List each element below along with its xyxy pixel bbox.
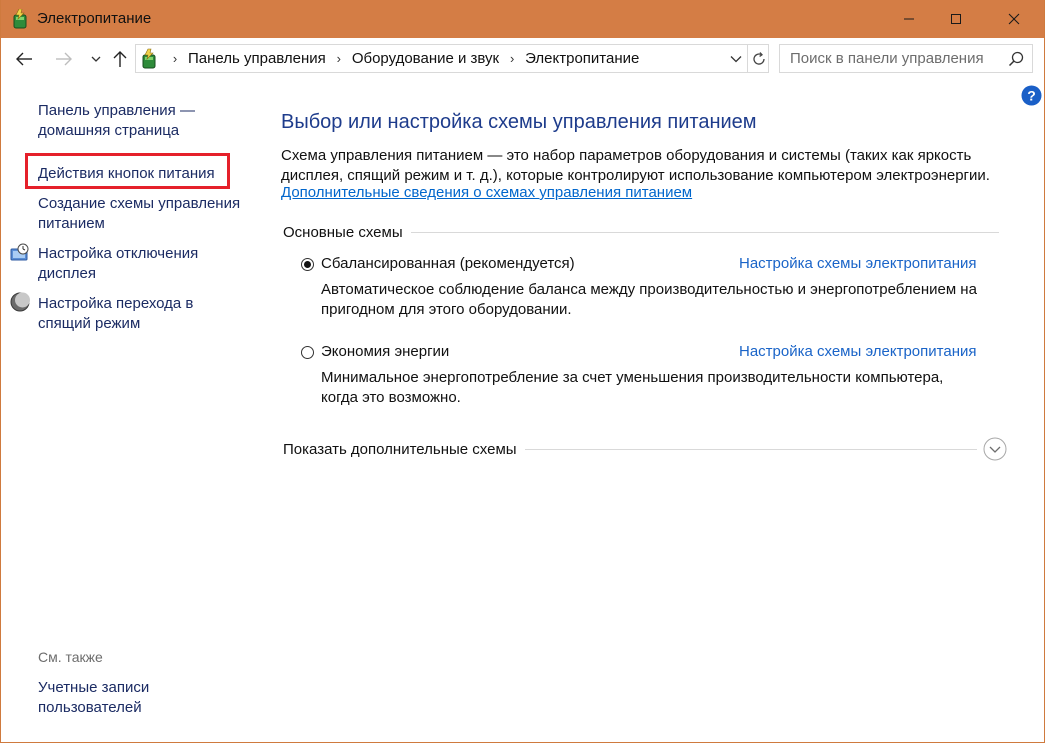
task-pane: Панель управления — домашняя страница Де… <box>1 81 266 742</box>
plan-power-saver-settings-link[interactable]: Настройка схемы электропитания <box>739 343 976 360</box>
show-additional-plans[interactable]: Показать дополнительные схемы <box>283 436 1007 462</box>
group-divider <box>410 231 999 233</box>
breadcrumb-control-panel[interactable]: Панель управления <box>184 50 330 67</box>
sleep-settings-link[interactable]: Настройка перехода в спящий режим <box>38 294 218 334</box>
power-options-window: Электропитание › Панель управления › Обо… <box>0 0 1045 743</box>
recent-locations-button[interactable] <box>85 48 107 70</box>
search-icon[interactable] <box>1008 51 1024 67</box>
display-off-settings-link[interactable]: Настройка отключения дисплея <box>38 244 218 284</box>
preferred-plans-header: Основные схемы <box>283 221 999 243</box>
help-icon[interactable]: ? <box>1021 85 1042 106</box>
show-additional-plans-label[interactable]: Показать дополнительные схемы <box>283 441 525 458</box>
arrow-right-icon <box>56 52 72 66</box>
show-more-divider <box>524 448 977 450</box>
forward-button[interactable] <box>53 48 75 70</box>
control-panel-home-link[interactable]: Панель управления — домашняя страница <box>38 101 218 141</box>
plan-power-saver-name[interactable]: Экономия энергии <box>321 343 449 360</box>
close-icon <box>1008 13 1020 25</box>
chevron-down-icon <box>730 56 742 63</box>
navigation-bar: › Панель управления › Оборудование и зву… <box>1 38 1044 81</box>
maximize-button[interactable] <box>933 0 979 38</box>
display-clock-icon <box>10 243 29 261</box>
refresh-icon <box>753 51 765 65</box>
plan-balanced-radio[interactable] <box>301 258 314 271</box>
back-button[interactable] <box>13 48 35 70</box>
window-title: Электропитание <box>37 10 152 27</box>
breadcrumb-separator-icon[interactable]: › <box>330 51 348 66</box>
refresh-button[interactable] <box>747 45 770 72</box>
search-input[interactable] <box>780 45 1010 72</box>
up-button[interactable] <box>109 48 131 70</box>
address-bar[interactable]: › Панель управления › Оборудование и зву… <box>135 44 769 73</box>
power-options-location-icon <box>142 48 156 69</box>
moon-sleep-icon <box>10 292 30 312</box>
plan-power-saver-description: Минимальное энергопотребление за счет ум… <box>321 369 944 406</box>
expand-chevron-icon[interactable] <box>983 437 1007 461</box>
arrow-left-icon <box>16 52 32 66</box>
breadcrumb-hardware-sound[interactable]: Оборудование и звук <box>348 50 503 67</box>
address-history-button[interactable] <box>726 49 746 69</box>
page-title: Выбор или настройка схемы управления пит… <box>281 111 757 133</box>
plan-balanced-name[interactable]: Сбалансированная (рекомендуется) <box>321 255 575 272</box>
arrow-up-icon <box>113 51 127 67</box>
minimize-icon <box>904 18 914 20</box>
chevron-down-icon <box>91 56 101 62</box>
search-box <box>779 44 1033 73</box>
breadcrumb-separator-icon[interactable]: › <box>503 51 521 66</box>
more-info-link[interactable]: Дополнительные сведения о схемах управле… <box>281 184 692 201</box>
maximize-icon <box>951 14 961 24</box>
page-description: Схема управления питанием — это набор па… <box>281 147 990 184</box>
plan-balanced-settings-link[interactable]: Настройка схемы электропитания <box>739 255 976 272</box>
plan-power-saver-radio[interactable] <box>301 346 314 359</box>
main-content: Выбор или настройка схемы управления пит… <box>281 81 1011 742</box>
power-options-app-icon <box>13 9 27 29</box>
breadcrumb: › Панель управления › Оборудование и зву… <box>166 45 643 72</box>
preferred-plans-label: Основные схемы <box>283 223 403 241</box>
svg-text:?: ? <box>1027 88 1036 104</box>
plan-balanced-description: Автоматическое соблюдение баланса между … <box>321 281 977 318</box>
create-power-plan-link[interactable]: Создание схемы управления питанием <box>38 194 253 234</box>
title-bar: Электропитание <box>1 0 1044 38</box>
breadcrumb-power-options[interactable]: Электропитание <box>521 50 643 67</box>
minimize-button[interactable] <box>886 0 932 38</box>
close-button[interactable] <box>991 0 1037 38</box>
power-button-actions-link[interactable]: Действия кнопок питания <box>38 164 215 184</box>
see-also-heading: См. также <box>38 649 103 665</box>
breadcrumb-separator-icon[interactable]: › <box>166 51 184 66</box>
user-accounts-link[interactable]: Учетные записи пользователей <box>38 678 178 718</box>
